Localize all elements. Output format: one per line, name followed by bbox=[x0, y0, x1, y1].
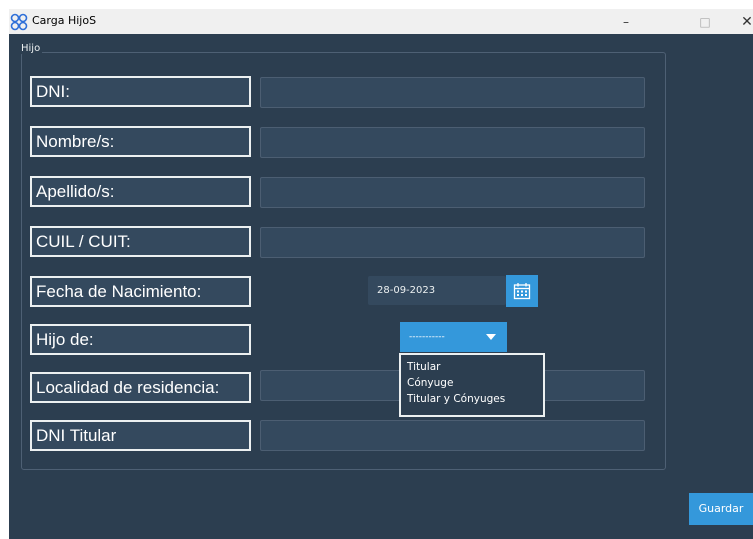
dni-label: DNI: bbox=[30, 76, 251, 107]
calendar-button[interactable] bbox=[506, 275, 538, 307]
dropdown-option-titular-y-conyuges[interactable]: Titular y Cónyuges bbox=[401, 391, 543, 407]
hijo-de-dropdown-list: Titular Cónyuge Titular y Cónyuges bbox=[399, 353, 545, 417]
dni-input[interactable] bbox=[260, 77, 645, 108]
dni-titular-label: DNI Titular bbox=[30, 420, 251, 451]
apellido-input[interactable] bbox=[260, 177, 645, 208]
calendar-icon bbox=[513, 283, 531, 300]
localidad-label: Localidad de residencia: bbox=[30, 372, 251, 403]
guardar-button[interactable]: Guardar bbox=[689, 493, 753, 525]
fecha-nacimiento-label: Fecha de Nacimiento: bbox=[30, 276, 251, 307]
form-area: Hijo DNI: Nombre/s: Apellido/s: CUIL / C… bbox=[9, 34, 753, 539]
maximize-button[interactable]: □ bbox=[685, 10, 725, 34]
apellido-label: Apellido/s: bbox=[30, 176, 251, 207]
groupbox-title: Hijo bbox=[19, 43, 43, 54]
dropdown-arrow-icon bbox=[486, 334, 496, 340]
hijo-groupbox bbox=[21, 52, 666, 470]
minimize-button[interactable]: – bbox=[606, 10, 646, 34]
hijo-de-select[interactable]: ----------- bbox=[400, 322, 507, 352]
app-icon bbox=[10, 13, 28, 31]
fecha-nacimiento-input[interactable]: 28-09-2023 bbox=[368, 276, 506, 305]
nombre-input[interactable] bbox=[260, 127, 645, 158]
window-title: Carga HijoS bbox=[32, 14, 97, 27]
dropdown-option-titular[interactable]: Titular bbox=[401, 359, 543, 375]
close-button[interactable]: ✕ bbox=[727, 10, 753, 34]
hijo-de-selected-value: ----------- bbox=[409, 332, 445, 342]
hijo-de-label: Hijo de: bbox=[30, 324, 251, 355]
dni-titular-input[interactable] bbox=[260, 420, 645, 451]
cuil-input[interactable] bbox=[260, 227, 645, 258]
dropdown-option-conyuge[interactable]: Cónyuge bbox=[401, 375, 543, 391]
cuil-label: CUIL / CUIT: bbox=[30, 226, 251, 257]
nombre-label: Nombre/s: bbox=[30, 126, 251, 157]
title-bar: Carga HijoS – □ ✕ bbox=[9, 9, 753, 34]
